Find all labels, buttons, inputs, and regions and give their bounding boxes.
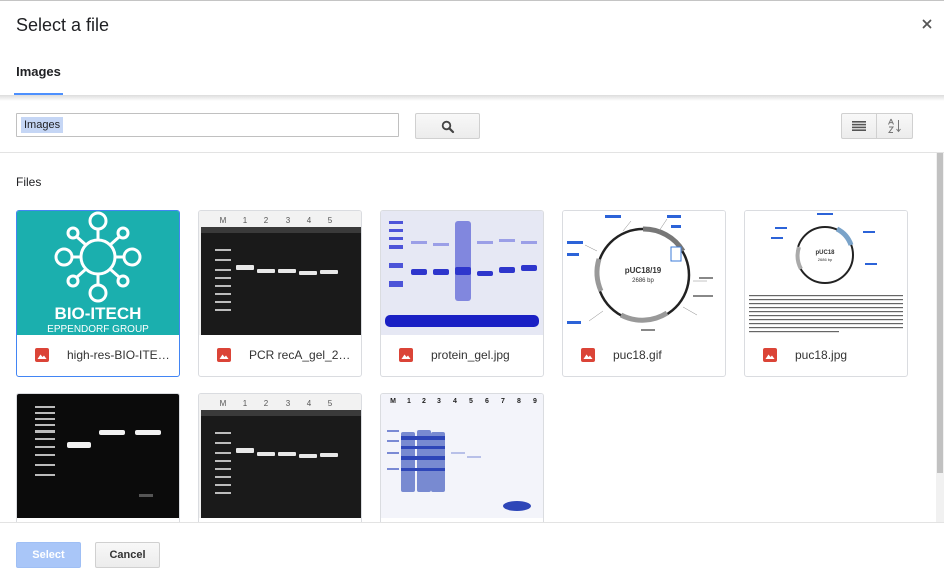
image-file-icon [35, 348, 49, 362]
close-button[interactable] [919, 16, 935, 32]
search-button[interactable] [415, 113, 480, 139]
lane-label: 2 [422, 398, 426, 405]
file-name: high-res-BIO-ITECH-EPPENDORF-GROUP [67, 348, 171, 362]
image-file-icon [763, 348, 777, 362]
file-tile[interactable]: pUC18/19 2686 bp puc18.gif [562, 210, 726, 377]
plasmid-title: pUC18/19 [625, 266, 662, 275]
lane-label: 4 [453, 398, 457, 405]
lane-label: M [220, 216, 227, 225]
scrollbar-thumb[interactable] [937, 153, 943, 473]
bioitech-logo-image: BIO-ITECH EPPENDORF GROUP [17, 211, 179, 335]
file-tile[interactable] [16, 393, 180, 522]
file-thumbnail: M 1 2 3 4 5 [199, 394, 361, 518]
list-view-button[interactable] [842, 114, 877, 138]
select-button[interactable]: Select [16, 542, 81, 568]
file-tile[interactable]: BIO-ITECH EPPENDORF GROUP high-res-BIO-I… [16, 210, 180, 377]
list-view-icon [852, 121, 866, 131]
lane-label: M [220, 399, 227, 408]
tab-bar: Images [0, 50, 944, 95]
file-tile[interactable]: pUC18 2686 bp puc18.jpg [744, 210, 908, 377]
lane-label: 5 [328, 216, 333, 225]
cancel-button[interactable]: Cancel [95, 542, 160, 568]
pcr-gel-image: M 1 2 3 4 5 [199, 394, 361, 518]
file-name: puc18.jpg [795, 348, 848, 362]
lane-label: 8 [517, 398, 521, 405]
lane-label: 4 [307, 216, 312, 225]
sort-button[interactable] [877, 114, 912, 138]
plasmid-map-image: pUC18/19 2686 bp [563, 211, 725, 335]
tab-images[interactable]: Images [14, 50, 63, 95]
dialog-title: Select a file [16, 15, 110, 35]
lane-label: 2 [264, 399, 269, 408]
file-name: PCR recA_gel_280620.jpg [249, 348, 353, 362]
dna-gel-image [17, 394, 179, 518]
lane-label: 5 [328, 399, 333, 408]
lane-label: M [390, 398, 396, 405]
file-thumbnail: M 1 2 3 4 5 [199, 211, 361, 335]
view-controls [841, 113, 913, 139]
file-caption: puc18.jpg [745, 335, 907, 376]
lane-label: 3 [286, 216, 291, 225]
close-icon [922, 19, 932, 29]
files-section-label: Files [16, 175, 42, 189]
lane-label: 5 [469, 398, 473, 405]
logo-text-main: BIO-ITECH [55, 304, 142, 323]
plasmid-title: pUC18 [815, 250, 835, 256]
sort-az-icon [888, 118, 901, 133]
lane-label: 3 [437, 398, 441, 405]
image-file-icon [217, 348, 231, 362]
lane-label: 2 [264, 216, 269, 225]
lane-label: 6 [485, 398, 489, 405]
tab-images-label: Images [16, 64, 61, 79]
lane-label: 7 [501, 398, 505, 405]
file-thumbnail: pUC18 2686 bp [745, 211, 907, 335]
file-thumbnail: M 1 2 3 4 5 6 7 8 9 [381, 394, 543, 518]
file-tile[interactable]: M 1 2 3 4 5 6 7 8 9 [380, 393, 544, 522]
file-thumbnail [381, 211, 543, 335]
file-tile[interactable]: M 1 2 3 4 5 [198, 210, 362, 377]
logo-text-sub: EPPENDORF GROUP [47, 324, 149, 335]
file-tile[interactable]: M 1 2 3 4 5 [198, 393, 362, 522]
lane-label: 3 [286, 399, 291, 408]
tab-bar-shadow [0, 95, 944, 101]
file-tile[interactable]: protein_gel.jpg [380, 210, 544, 377]
file-caption: puc18.gif [563, 335, 725, 376]
top-border [0, 0, 944, 1]
file-name: puc18.gif [613, 348, 662, 362]
plasmid-subtitle: 2686 bp [632, 278, 654, 284]
file-caption: protein_gel.jpg [381, 335, 543, 376]
sds-page-image: M 1 2 3 4 5 6 7 8 9 [381, 394, 543, 518]
lane-label: 4 [307, 399, 312, 408]
protein-gel-image [381, 211, 543, 335]
plasmid-subtitle: 2686 bp [818, 257, 833, 262]
lane-label: 1 [243, 399, 248, 408]
file-caption: high-res-BIO-ITECH-EPPENDORF-GROUP [17, 335, 179, 376]
search-input[interactable]: Images [16, 113, 399, 137]
file-name: protein_gel.jpg [431, 348, 510, 362]
image-file-icon [399, 348, 413, 362]
plasmid-sequence-image: pUC18 2686 bp [745, 211, 907, 335]
lane-label: 1 [243, 216, 248, 225]
file-thumbnail: BIO-ITECH EPPENDORF GROUP [17, 211, 179, 335]
file-thumbnail: pUC18/19 2686 bp [563, 211, 725, 335]
lane-label: 9 [533, 398, 537, 405]
image-file-icon [581, 348, 595, 362]
file-grid: BIO-ITECH EPPENDORF GROUP high-res-BIO-I… [0, 210, 936, 522]
pcr-gel-image: M 1 2 3 4 5 [199, 211, 361, 335]
search-query-chip[interactable]: Images [21, 117, 64, 133]
footer-divider [0, 522, 944, 523]
search-icon [441, 120, 455, 134]
file-thumbnail [17, 394, 179, 518]
lane-label: 1 [407, 398, 411, 405]
file-caption: PCR recA_gel_280620.jpg [199, 335, 361, 376]
content-divider [0, 152, 944, 153]
